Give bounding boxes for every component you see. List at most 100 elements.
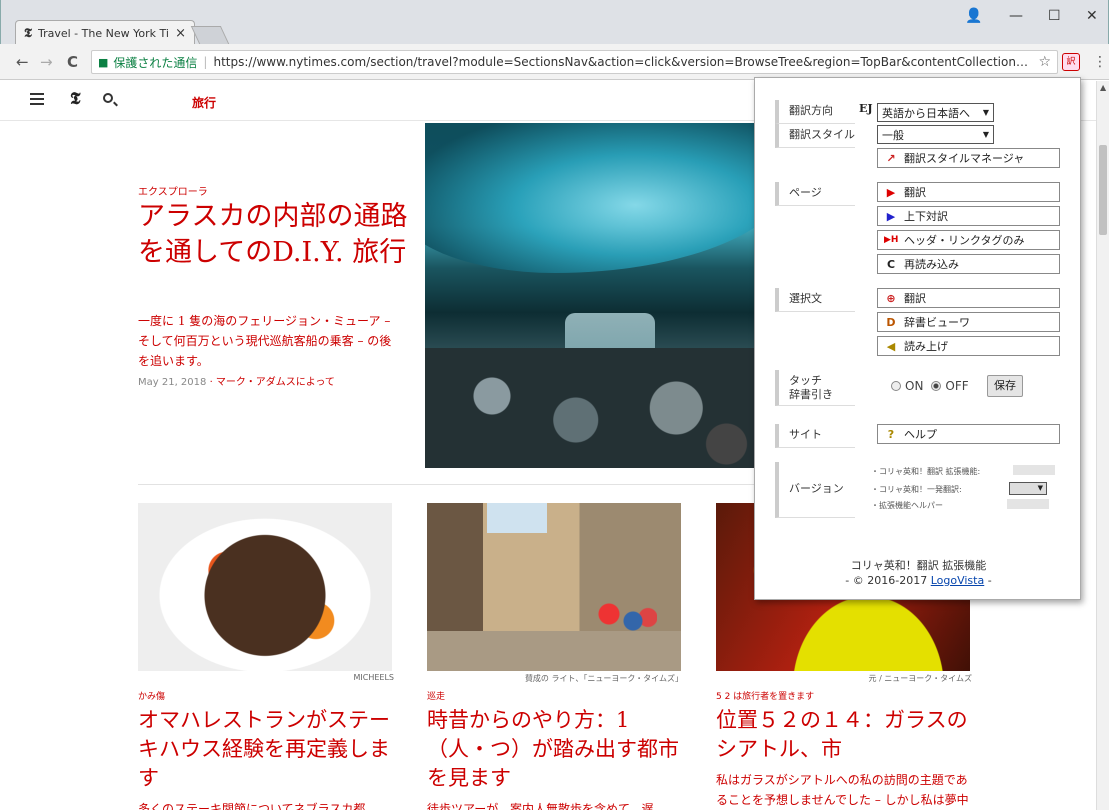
page-translate-label: 翻訳 [904,186,926,199]
card-kicker[interactable]: かみ傷 [138,689,394,702]
korya-extension-icon[interactable]: 訳 [1062,53,1080,71]
site-label: サイト [775,424,855,448]
version-line-extension: ・コリャ英和！翻訳 拡張機能: [871,467,981,476]
help-label: ヘルプ [904,428,937,441]
direction-select[interactable]: 英語から日本語へ ▼ [877,103,994,122]
section-name[interactable]: 旅行 [192,94,216,111]
minimize-button[interactable]: — [1009,8,1023,24]
version-line-oneshot: ・コリャ英和！一発翻訳: [871,485,962,494]
selection-label: 選択文 [775,288,855,312]
header-link-only-label: ヘッダ・リンクタグのみ [904,234,1025,247]
address-bar[interactable]: ■ 保護された通信 | https://www.nytimes.com/sect… [91,50,1058,74]
touch-dictionary-toggle: ON OFF [891,379,969,393]
header-link-only-button[interactable]: ▶H ヘッダ・リンクタグのみ [877,230,1060,250]
secure-label: 保護された通信 [113,55,198,70]
ej-badge-icon: EJ [859,102,873,115]
style-select[interactable]: 一般 ▼ [877,125,994,144]
lead-headline[interactable]: アラスカの内部の通路を通してのD.I.Y. 旅行 [138,199,408,271]
account-icon[interactable]: 👤 [965,8,982,24]
article-card[interactable]: 賛成の ライト、「ニューヨーク・タイムズ」 巡走 時昔からのやり方：1（人・つ）… [427,503,683,810]
selection-translate-icon: ⊕ [886,291,896,305]
card-summary: 私はガラスがシアトルへの私の訪問の主題であることを予想しませんでした – しかし… [716,773,969,807]
lead-byline: May 21, 2018 · マーク・アダムスによって [138,373,335,388]
parallel-translate-button[interactable]: ▶ 上下対訳 [877,206,1060,226]
logovista-link[interactable]: LogoVista [931,574,985,587]
off-radio[interactable] [931,381,942,391]
dish-photo[interactable] [138,503,392,671]
style-label: 翻訳スタイル [775,124,855,148]
direction-value: 英語から日本語へ [882,106,970,120]
style-manager-icon: ↗ [886,151,896,165]
style-manager-button[interactable]: ↗ 翻訳スタイルマネージャ [877,148,1060,168]
style-manager-label: 翻訳スタイルマネージャ [904,152,1025,165]
style-value: 一般 [882,128,904,142]
back-button[interactable]: ← [16,53,29,71]
card-headline[interactable]: 位置５２の１４：ガラスのシアトル、市 [716,706,972,764]
touch-dictionary-label: タッチ 辞書引き [775,370,855,406]
forward-button[interactable]: → [40,53,53,71]
selection-translate-button[interactable]: ⊕ 翻訳 [877,288,1060,308]
scroll-up-icon[interactable]: ▲ [1100,83,1106,92]
scroll-thumb[interactable] [1099,145,1107,235]
address-toolbar: ← → C ■ 保護された通信 | https://www.nytimes.co… [0,44,1109,80]
save-button[interactable]: 保存 [987,375,1023,397]
speaker-icon: ◀ [886,339,896,353]
helper-version-box [1007,499,1049,509]
url-text[interactable]: https://www.nytimes.com/section/travel?m… [213,55,1030,69]
dictionary-icon: D [886,315,896,329]
lead-kicker[interactable]: エクスプローラ [138,183,208,198]
street-photo[interactable] [427,503,681,671]
footer-suffix: - [984,574,992,587]
search-icon[interactable] [103,93,113,103]
version-value-box [1013,465,1055,475]
tab-close-icon[interactable]: × [175,26,186,41]
page-translate-button[interactable]: ▶ 翻訳 [877,182,1060,202]
help-button[interactable]: ? ヘルプ [877,424,1060,444]
card-headline[interactable]: 時昔からのやり方：1（人・つ）が踏み出す都市を見ます [427,706,683,793]
card-summary: 多くのステーキ関節についてネブラスカ都 [138,802,366,810]
hamburger-menu-icon[interactable] [30,93,44,108]
tab-nytimes-travel[interactable]: 𝕿 Travel - The New York Tim × [15,20,195,45]
card-kicker[interactable]: 5 2 は旅行者を置きます [716,689,972,702]
reload-button[interactable]: C [67,53,78,71]
new-tab-button[interactable] [190,26,230,44]
browser-menu-icon[interactable]: ⋮ [1093,54,1107,70]
ice-cave-photo[interactable] [425,123,760,468]
divider [138,484,758,485]
version-line-helper: ・拡張機能ヘルパー [871,501,943,510]
reload-icon: C [886,257,896,271]
maximize-button[interactable]: ☐ [1048,8,1061,24]
footer-product-name: コリャ英和！翻訳 拡張機能 [850,559,987,572]
card-headline[interactable]: オマハレストランがステーキハウス経験を再定義します [138,706,394,793]
article-card[interactable]: MICHEELS かみ傷 オマハレストランがステーキハウス経験を再定義します 多… [138,503,394,810]
dictionary-viewer-button[interactable]: D 辞書ビューワ [877,312,1060,332]
off-label: OFF [945,379,969,393]
lead-summary: 一度に 1 隻の海のフェリージョン・ミューア – そして何百万という現代巡航客船… [138,314,392,368]
version-select[interactable]: ▼ [1009,482,1047,495]
title-bar: 𝕿 Travel - The New York Tim × 👤 — ☐ ✕ [0,0,1109,45]
on-radio[interactable] [891,381,901,391]
on-label: ON [905,379,924,393]
lead-author: · マーク・アダムスによって [206,377,335,388]
photo-credit: 元 / ニューヨーク・タイムズ [868,674,972,683]
photo-credit: 賛成の ライト、「ニューヨーク・タイムズ」 [524,674,683,683]
card-kicker[interactable]: 巡走 [427,689,683,702]
translate-arrow-icon: ▶ [886,185,896,199]
close-window-button[interactable]: ✕ [1086,8,1098,24]
read-aloud-button[interactable]: ◀ 読み上げ [877,336,1060,356]
read-aloud-label: 読み上げ [904,340,948,353]
page-label: ページ [775,182,855,206]
photo-credit: MICHEELS [353,673,394,682]
nyt-logo[interactable]: 𝕿 [70,89,80,109]
popup-footer: コリャ英和！翻訳 拡張機能 - © 2016-2017 LogoVista - [755,558,1082,588]
nyt-favicon-icon: 𝕿 [24,25,32,41]
card-summary: 徒歩ツアーが、案内人無散歩を含めて、遅 [427,802,654,810]
reload-page-button[interactable]: C 再読み込み [877,254,1060,274]
page-scrollbar[interactable]: ▲ [1096,81,1109,810]
version-label: バージョン [775,462,855,518]
translation-extension-popup: 翻訳方向 EJ 英語から日本語へ ▼ 翻訳スタイル 一般 ▼ ↗ 翻訳スタイルマネージ… [754,77,1081,600]
tab-title: Travel - The New York Tim [37,26,170,40]
help-icon: ? [887,427,895,441]
bookmark-star-icon[interactable]: ☆ [1038,54,1051,70]
lead-date: May 21, 2018 [138,377,207,388]
